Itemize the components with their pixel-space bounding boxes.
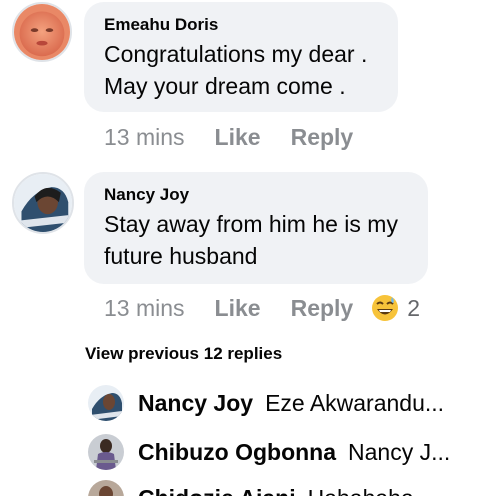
avatar[interactable] [88, 480, 124, 496]
comment-text-line: Stay away from him he is my [104, 211, 398, 237]
avatar[interactable] [88, 385, 124, 421]
grinning-sweat-emoji-icon [371, 294, 399, 322]
reaction-count: 2 [407, 294, 421, 321]
reply-button[interactable]: Reply [291, 295, 354, 322]
comment-text-line: Congratulations my dear . [104, 41, 368, 67]
avatar-emeahu-doris[interactable] [12, 2, 72, 62]
reply-preview: Nancy J... [348, 438, 451, 465]
reaction-summary[interactable]: 2 [371, 294, 420, 322]
like-button[interactable]: Like [215, 124, 261, 151]
avatar-nancy-joy[interactable] [12, 172, 74, 234]
reply-row[interactable]: Nancy Joy Eze Akwarandu... [88, 385, 444, 421]
comment-author[interactable]: Emeahu Doris [104, 14, 378, 36]
comment-text-line: future husband [104, 243, 258, 269]
reply-author[interactable]: Chidozie Ajani [138, 485, 296, 496]
avatar[interactable] [88, 434, 124, 470]
like-button[interactable]: Like [215, 295, 261, 322]
comment-meta: 13 mins Like Reply [104, 124, 353, 151]
reply-author[interactable]: Nancy Joy [138, 390, 253, 417]
reply-preview: Eze Akwarandu... [265, 389, 445, 416]
comment-timestamp[interactable]: 13 mins [104, 124, 185, 151]
reply-row[interactable]: Chidozie Ajani Hahahaha [88, 480, 414, 496]
view-previous-replies-link[interactable]: View previous 12 replies [85, 344, 282, 364]
reply-button[interactable]: Reply [291, 124, 354, 151]
reply-row[interactable]: Chibuzo Ogbonna Nancy J... [88, 434, 450, 470]
reply-preview: Hahahaha [308, 485, 414, 496]
reply-author[interactable]: Chibuzo Ogbonna [138, 439, 336, 466]
comment-text-line: May your dream come . [104, 73, 346, 99]
comment-timestamp[interactable]: 13 mins [104, 295, 185, 322]
comment-bubble: Emeahu Doris Congratulations my dear . M… [84, 2, 398, 112]
comment-bubble: Nancy Joy Stay away from him he is my fu… [84, 172, 428, 284]
comment-meta: 13 mins Like Reply 2 [104, 294, 420, 322]
comment-author[interactable]: Nancy Joy [104, 184, 408, 206]
